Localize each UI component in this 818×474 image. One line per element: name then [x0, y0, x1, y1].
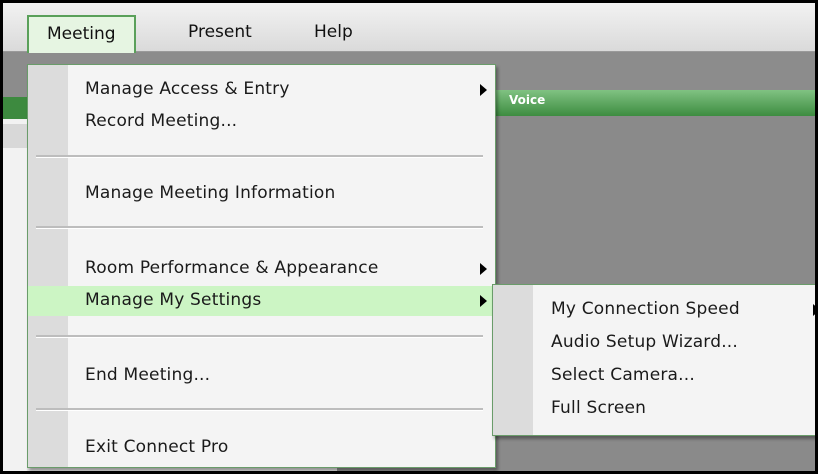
- menu-item-label: Select Camera...: [551, 365, 695, 385]
- menu-item-record-meeting[interactable]: Record Meeting...: [28, 107, 495, 137]
- submenu-arrow-icon: [480, 263, 487, 275]
- menu-item-label: Exit Connect Pro: [85, 437, 229, 457]
- menu-item-end-meeting[interactable]: End Meeting...: [28, 361, 495, 391]
- menu-item-label: Manage Access & Entry: [85, 79, 290, 99]
- menu-item-exit-connect-pro[interactable]: Exit Connect Pro: [28, 433, 495, 463]
- menu-item-manage-meeting-info[interactable]: Manage Meeting Information: [28, 179, 495, 209]
- voice-panel-title: Voice: [509, 93, 546, 107]
- submenu-arrow-icon: [480, 295, 487, 307]
- menu-item-room-performance[interactable]: Room Performance & Appearance: [28, 254, 495, 284]
- menu-item-manage-my-settings[interactable]: Manage My Settings: [28, 286, 495, 316]
- menu-separator: [36, 155, 483, 158]
- submenu-item-audio-setup-wizard[interactable]: Audio Setup Wizard...: [493, 328, 815, 358]
- app-window: Meeting Present Help Voice Manage Access…: [0, 0, 818, 474]
- meeting-menu: Manage Access & Entry Record Meeting... …: [27, 64, 496, 468]
- menu-separator: [36, 335, 483, 338]
- submenu-arrow-icon: [813, 304, 815, 316]
- menu-item-label: My Connection Speed: [551, 299, 740, 319]
- menu-separator: [36, 226, 483, 229]
- voice-panel-header: Voice: [493, 90, 815, 116]
- menu-item-manage-access[interactable]: Manage Access & Entry: [28, 75, 495, 105]
- menu-item-label: Audio Setup Wizard...: [551, 332, 738, 352]
- menu-separator: [36, 408, 483, 411]
- menu-help[interactable]: Help: [314, 15, 353, 51]
- menu-item-label: Record Meeting...: [85, 111, 238, 131]
- menu-meeting[interactable]: Meeting: [27, 15, 136, 53]
- submenu-arrow-icon: [480, 84, 487, 96]
- menubar: Meeting Present Help: [3, 3, 815, 53]
- menu-item-label: End Meeting...: [85, 365, 211, 385]
- menu-item-label: Manage Meeting Information: [85, 183, 336, 203]
- menu-item-label: Room Performance & Appearance: [85, 258, 379, 278]
- submenu-item-full-screen[interactable]: Full Screen: [493, 394, 815, 424]
- menu-item-label: Full Screen: [551, 398, 647, 418]
- settings-submenu: My Connection Speed Audio Setup Wizard..…: [492, 284, 815, 436]
- menu-item-label: Manage My Settings: [85, 290, 262, 310]
- submenu-item-select-camera[interactable]: Select Camera...: [493, 361, 815, 391]
- submenu-item-connection-speed[interactable]: My Connection Speed: [493, 295, 815, 325]
- menu-present[interactable]: Present: [188, 15, 252, 51]
